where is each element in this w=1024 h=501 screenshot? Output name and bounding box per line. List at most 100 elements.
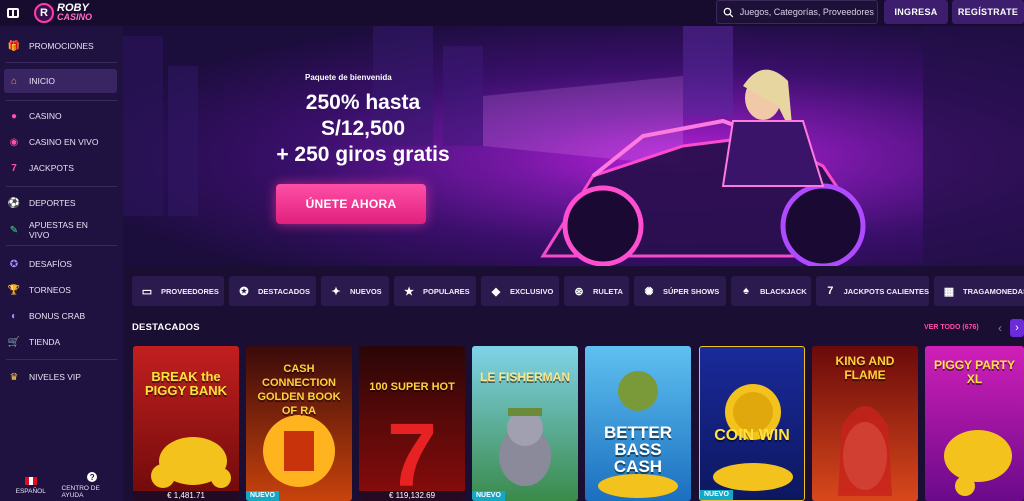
new-badge: NUEVO (246, 491, 279, 501)
help-icon: ? (87, 472, 98, 482)
crab-icon: ◐ (10, 310, 18, 322)
sidebar-divider (6, 62, 117, 63)
game-tile[interactable]: PIGGY PARTY XL (925, 346, 1024, 501)
game-tile[interactable]: LE FISHERMAN NUEVO (472, 346, 578, 501)
chip-populares[interactable]: ★ POPULARES (394, 276, 476, 306)
jackpot-amount: € 119,132.69 (359, 491, 465, 501)
menu-toggle-button[interactable] (0, 0, 26, 26)
sidebar-divider (6, 186, 117, 187)
logo-text-line2: CASINO (57, 12, 93, 22)
carousel-prev-button[interactable]: ‹ (992, 319, 1008, 337)
crown-icon: ♛ (9, 371, 19, 383)
live-icon: ◉ (9, 136, 19, 148)
roulette-icon: ⊛ (574, 285, 584, 298)
peru-flag-icon (24, 476, 37, 485)
sidebar-divider (6, 359, 117, 360)
game-title: CASH CONNECTION GOLDEN BOOK OF RA (257, 363, 341, 417)
ticket-icon: ✎ (9, 224, 19, 236)
chip-ruleta[interactable]: ⊛ RULETA (564, 276, 629, 306)
sidebar-item-bonus-crab[interactable]: ◐ BONUS CRAB (0, 304, 123, 328)
game-tile[interactable]: 7 100 SUPER HOT € 119,132.69 (359, 346, 465, 501)
game-tile[interactable]: BETTER BASS CASH (585, 346, 691, 501)
game-tile[interactable]: CASH CONNECTION GOLDEN BOOK OF RA NUEVO (246, 346, 352, 501)
join-now-button[interactable]: ÚNETE AHORA (276, 184, 426, 224)
folder-icon: ▭ (141, 285, 153, 298)
game-title: BETTER BASS CASH (604, 423, 672, 476)
game-title: 100 SUPER HOT (369, 381, 455, 393)
chip-exclusivo[interactable]: ◆ EXCLUSIVO (481, 276, 559, 306)
hero-banner[interactable]: Paquete de bienvenida 250% hasta S/12,50… (123, 26, 1024, 266)
spade-icon: ♠ (743, 285, 749, 297)
new-badge: NUEVO (700, 490, 733, 500)
medal-icon: ✪ (239, 285, 249, 298)
chip-super-shows[interactable]: ✺ SÚPER SHOWS (634, 276, 726, 306)
game-title: KING AND FLAME (835, 354, 895, 382)
sidebar-item-inicio[interactable]: ⌂ INICIO (4, 69, 117, 93)
sidebar-item-deportes[interactable]: ⚽ DEPORTES (0, 191, 123, 215)
medal-icon: ✪ (9, 258, 19, 270)
logo[interactable]: R ROBY CASINO (34, 0, 92, 26)
search-icon (723, 7, 734, 17)
game-title: COIN WIN (714, 427, 790, 444)
game-tile[interactable]: KING AND FLAME (812, 346, 918, 501)
new-badge: NUEVO (472, 491, 505, 501)
sidebar-item-jackpots[interactable]: 7 JACKPOTS (0, 156, 123, 180)
game-tile[interactable]: COIN WIN NUEVO (699, 346, 805, 501)
hero-title: 250% hasta S/12,500 + 250 giros gratis (276, 91, 450, 166)
game-tile[interactable]: BREAK the PIGGY BANK € 1,481.71 (133, 346, 239, 501)
search-input[interactable] (739, 7, 877, 17)
chip-tragamonedas[interactable]: ▦ TRAGAMONEDAS (934, 276, 1024, 306)
sidebar-item-apuestas-en-vivo[interactable]: ✎ APUESTAS EN VIVO (0, 218, 123, 242)
sidebar-footer: ESPAÑOL ? CENTRO DE AYUDA (0, 470, 123, 501)
sidebar: 🎁 PROMOCIONES ⌂ INICIO ● CASINO ◉ CASINO… (0, 26, 123, 501)
chip-blackjack[interactable]: ♠ BLACKJACK (731, 276, 811, 306)
sidebar-item-casino[interactable]: ● CASINO (0, 104, 123, 128)
register-button[interactable]: REGÍSTRATE (952, 0, 1024, 24)
language-selector[interactable]: ESPAÑOL (0, 470, 62, 501)
jackpot-amount: € 1,481.71 (133, 491, 239, 501)
game-thumbnail (713, 384, 793, 491)
help-center-link[interactable]: ? CENTRO DE AYUDA (62, 470, 124, 501)
sidebar-toggle-icon (7, 8, 19, 18)
hero-subtitle: Paquete de bienvenida (305, 73, 392, 82)
sidebar-divider (6, 100, 117, 101)
sidebar-item-torneos[interactable]: 🏆 TORNEOS (0, 278, 123, 302)
game-title: LE FISHERMAN (480, 370, 570, 384)
star-icon: ★ (404, 285, 414, 298)
sparkle-icon: ✦ (331, 285, 341, 298)
game-thumbnail: 7 (387, 406, 437, 501)
trophy-icon: 🏆 (7, 284, 21, 296)
chip-icon: ● (10, 110, 18, 122)
chip-nuevos[interactable]: ✦ NUEVOS (321, 276, 389, 306)
chevron-right-icon: › (1015, 322, 1019, 334)
section-title: DESTACADOS (132, 322, 200, 333)
show-icon: ✺ (644, 285, 654, 298)
chip-destacados[interactable]: ✪ DESTACADOS (229, 276, 316, 306)
chevron-left-icon: ‹ (998, 321, 1002, 335)
gift-icon: 🎁 (7, 40, 21, 52)
top-bar: R ROBY CASINO INGRESA REGÍSTRATE (0, 0, 1024, 26)
home-icon: ⌂ (10, 75, 18, 87)
search-box[interactable] (716, 0, 878, 24)
sidebar-item-promociones[interactable]: 🎁 PROMOCIONES (0, 34, 123, 58)
seven-icon: 7 (11, 162, 17, 174)
chip-proveedores[interactable]: ▭ PROVEEDORES (132, 276, 224, 306)
sidebar-item-casino-en-vivo[interactable]: ◉ CASINO EN VIVO (0, 130, 123, 154)
logo-mark-icon: R (34, 3, 54, 23)
category-chips: ▭ PROVEEDORES ✪ DESTACADOS ✦ NUEVOS ★ POPULA… (132, 276, 1024, 306)
sidebar-item-desafios[interactable]: ✪ DESAFÍOS (0, 252, 123, 276)
sidebar-divider (6, 245, 117, 246)
cart-icon: 🛒 (7, 336, 21, 348)
sidebar-item-niveles-vip[interactable]: ♛ NIVELES VIP (0, 365, 123, 389)
game-title: BREAK the PIGGY BANK (144, 369, 228, 398)
game-title: PIGGY PARTY XL (934, 358, 1015, 386)
login-button[interactable]: INGRESA (884, 0, 948, 24)
chip-jackpots-calientes[interactable]: 7 JACKPOTS CALIENTES (816, 276, 929, 306)
seven-icon: 7 (827, 285, 834, 297)
svg-text:7: 7 (387, 406, 437, 501)
see-all-link[interactable]: VER TODO (676) (924, 324, 979, 331)
carousel-next-button[interactable]: › (1010, 319, 1024, 337)
slot-icon: ▦ (943, 285, 955, 298)
sidebar-item-tienda[interactable]: 🛒 TIENDA (0, 330, 123, 354)
diamond-icon: ◆ (491, 285, 501, 298)
